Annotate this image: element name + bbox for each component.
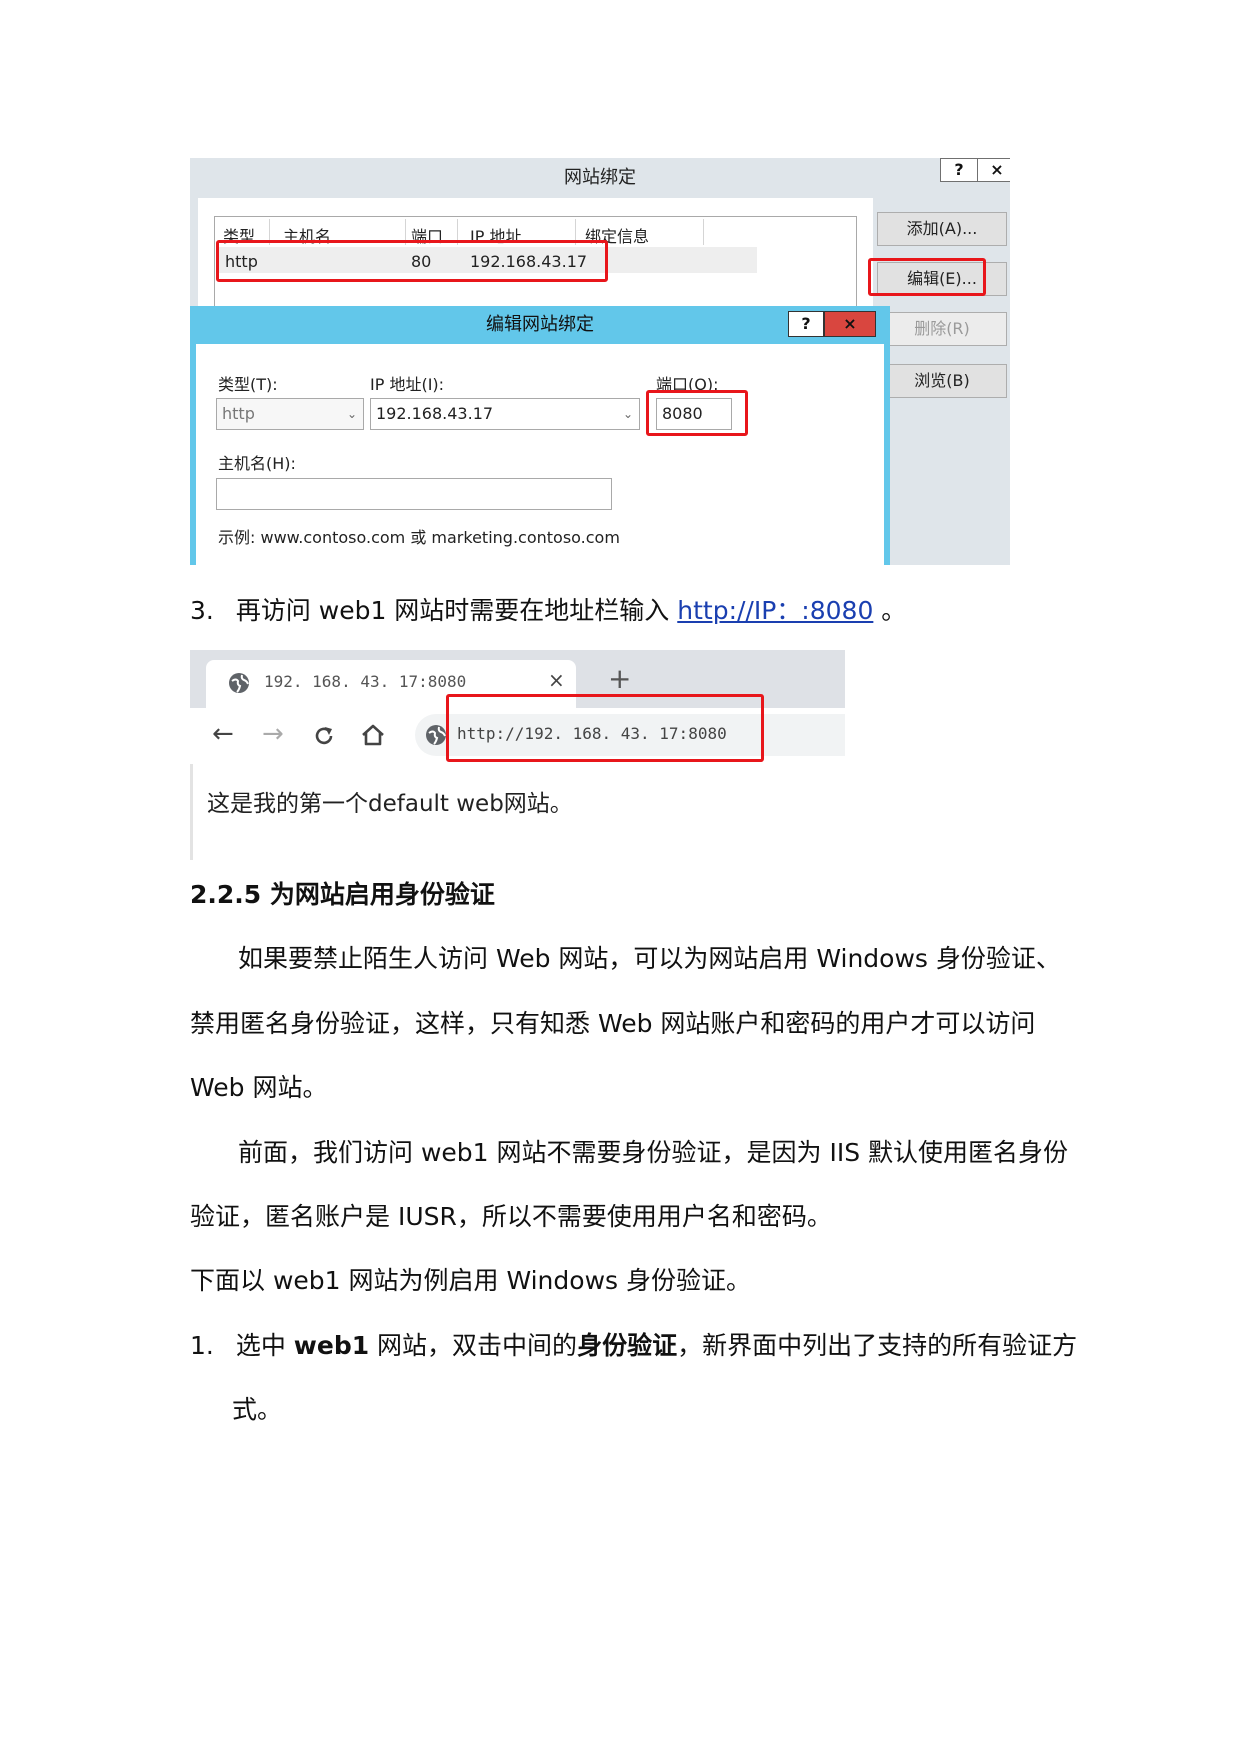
para2-line1: 前面，我们访问 web1 网站不需要身份验证，是因为 IIS 默认使用匿名身份 <box>238 1138 1069 1167</box>
step3-url-link[interactable]: http://IP：:8080 <box>677 596 873 625</box>
highlight-edit-button <box>868 258 986 296</box>
edit-dialog-title: 编辑网站绑定 <box>486 314 594 335</box>
type-select[interactable]: http ⌄ <box>216 398 364 430</box>
step1-auth-term: 身份验证 <box>577 1331 678 1360</box>
step1-site-name: web1 <box>293 1331 370 1360</box>
binding-help-button[interactable]: ? <box>940 158 978 182</box>
reload-icon[interactable] <box>312 724 336 748</box>
binding-close-button[interactable]: × <box>977 158 1010 182</box>
edit-dialog-body: 类型(T): http ⌄ IP 地址(I): 192.168.43.17 ⌄ … <box>196 344 884 565</box>
edit-binding-dialog: 编辑网站绑定 ? × 类型(T): http ⌄ IP 地址(I): 192.1… <box>190 306 890 565</box>
type-label: 类型(T): <box>218 375 278 394</box>
iis-binding-screenshot: 网站绑定 ? × 类型 主机名 端口 IP 地址 绑定信息 http 80 19… <box>190 158 1010 565</box>
delete-binding-button[interactable]: 删除(R) <box>877 312 1007 346</box>
binding-dialog-title: 网站绑定 <box>190 158 1010 198</box>
step1-line2: 式。 <box>232 1395 283 1424</box>
home-icon[interactable] <box>360 722 386 748</box>
add-binding-button[interactable]: 添加(A)... <box>877 212 1007 246</box>
step1-text-e: ，新界面中列出了支持的所有验证方 <box>677 1331 1078 1360</box>
step3-number: 3. <box>190 596 214 625</box>
para1-line3: Web 网站。 <box>190 1073 328 1102</box>
step1-number: 1. <box>190 1331 214 1360</box>
step3-end: 。 <box>873 596 907 625</box>
step3-text: 再访问 web1 网站时需要在地址栏输入 <box>235 596 678 625</box>
forward-icon[interactable]: → <box>262 718 284 750</box>
page-content-text: 这是我的第一个default web网站。 <box>207 791 573 817</box>
para1-line2: 禁用匿名身份验证，这样，只有知悉 Web 网站账户和密码的用户才可以访问 <box>190 1009 1036 1038</box>
type-select-value: http <box>222 404 255 423</box>
site-info-icon[interactable] <box>425 724 447 746</box>
step1-text-c: 网站，双击中间的 <box>369 1331 578 1360</box>
highlight-port-input <box>646 390 748 436</box>
ip-label: IP 地址(I): <box>370 375 445 394</box>
highlight-binding-row <box>216 240 608 282</box>
chevron-down-icon: ⌄ <box>622 407 633 421</box>
edit-close-button[interactable]: × <box>824 311 876 337</box>
section-heading: 2.2.5 为网站启用身份验证 <box>190 880 495 909</box>
back-icon[interactable]: ← <box>212 718 234 750</box>
host-example: 示例: www.contoso.com 或 marketing.contoso.… <box>218 528 620 547</box>
ip-select-value: 192.168.43.17 <box>376 404 494 423</box>
edit-help-button[interactable]: ? <box>788 311 824 337</box>
para1-line1: 如果要禁止陌生人访问 Web 网站，可以为网站启用 Windows 身份验证、 <box>238 944 1061 973</box>
highlight-address-bar <box>446 694 764 762</box>
host-input[interactable] <box>216 478 612 510</box>
step3-line: 3. 再访问 web1 网站时需要在地址栏输入 http://IP：:8080 … <box>190 596 906 626</box>
new-tab-icon[interactable]: + <box>608 664 631 694</box>
para2-line2: 验证，匿名账户是 IUSR，所以不需要使用用户名和密码。 <box>190 1202 832 1231</box>
step1-line1: 1. 选中 web1 网站，双击中间的身份验证，新界面中列出了支持的所有验证方 <box>190 1331 1077 1361</box>
tab-title: 192. 168. 43. 17:8080 <box>264 672 467 691</box>
browser-page-body: 这是我的第一个default web网站。 <box>190 764 845 860</box>
ip-select[interactable]: 192.168.43.17 ⌄ <box>370 398 640 430</box>
browse-binding-button[interactable]: 浏览(B) <box>877 364 1007 398</box>
step1-text-a: 选中 <box>235 1331 294 1360</box>
browser-screenshot: 192. 168. 43. 17:8080 × + ← → http://192… <box>190 650 845 860</box>
globe-icon <box>229 673 249 693</box>
host-label: 主机名(H): <box>218 454 296 473</box>
tab-close-icon[interactable]: × <box>548 668 565 692</box>
chevron-down-icon: ⌄ <box>346 407 357 421</box>
para3: 下面以 web1 网站为例启用 Windows 身份验证。 <box>190 1266 751 1295</box>
